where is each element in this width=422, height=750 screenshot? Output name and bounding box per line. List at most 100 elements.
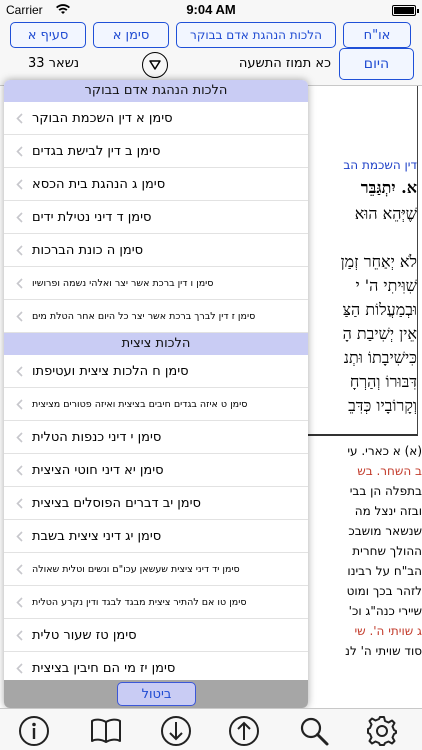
chevron-left-icon <box>16 663 23 674</box>
text-line: א. יִתְגַּבֵּר <box>360 178 417 197</box>
chapter-label: סימן א דין השכמת הבוקר <box>32 110 173 126</box>
chapter-list-item[interactable]: סימן א דין השכמת הבוקר <box>4 102 308 135</box>
chapter-label: סימן ה כונת הברכות <box>32 242 144 258</box>
triangle-down-icon <box>149 60 161 70</box>
battery-icon <box>392 5 419 16</box>
chapter-list-item[interactable]: סימן ז דין לברך ברכת אשר יצר כל היום אחר… <box>4 300 308 333</box>
today-button[interactable]: היום <box>339 48 414 80</box>
seif-button[interactable]: סעיף א <box>10 22 86 48</box>
text-line: אֵין יְשִׁיבַת הָ <box>342 324 417 343</box>
chapter-list-item[interactable]: סימן ח הלכות ציצית ועטיפתו <box>4 355 308 388</box>
commentary-line: שיירי כנה"ג וכ' <box>348 604 422 618</box>
search-button[interactable] <box>297 714 331 748</box>
search-icon <box>300 717 329 746</box>
commentary-line: (א) א כארי. עי <box>347 444 422 458</box>
chapter-label: סימן ג הנהגת בית הכסא <box>32 176 166 192</box>
chapter-label: סימן ב דין לבישת בגדים <box>32 143 161 159</box>
book-icon <box>91 718 121 743</box>
arrow-up-icon <box>229 716 259 746</box>
chevron-left-icon <box>16 212 23 223</box>
chapter-list-item[interactable]: סימן ט איזה בגדים חיבים בציצית ואיזה פטו… <box>4 388 308 421</box>
chapter-list-popover: הלכות הנהגת אדם בבוקר סימן א דין השכמת הב… <box>4 80 308 708</box>
chapter-label: סימן טז שעור טלית <box>32 627 137 643</box>
chevron-left-icon <box>16 179 23 190</box>
commentary-line: ג שויתי ה'. שי <box>354 624 422 638</box>
chapter-label: סימן י דיני כנפות הטלית <box>32 429 162 445</box>
commentary-line: ב השחר. בש <box>357 464 422 478</box>
text-line: וְקָרוֹבָיו כְּדִּבֵ <box>348 396 417 415</box>
gear-icon <box>367 716 397 746</box>
chapter-list-item[interactable]: סימן ג הנהגת בית הכסא <box>4 168 308 201</box>
chevron-left-icon <box>16 366 23 377</box>
info-button[interactable] <box>17 714 51 748</box>
chapter-label: סימן טו אם להתיר ציצית מבגד לבגד ודין נק… <box>32 596 247 608</box>
chapter-list-item[interactable]: סימן יג דיני ציצית בשבת <box>4 520 308 553</box>
chapter-list-item[interactable]: סימן ד דיני נטילת ידים <box>4 201 308 234</box>
bottom-toolbar <box>0 708 422 750</box>
chapter-list-item[interactable]: סימן טו אם להתיר ציצית מבגד לבגד ודין נק… <box>4 586 308 619</box>
text-line: שֶׁיְּהֵא הוּא <box>354 204 417 223</box>
commentary-line: הב"ח על רבינו <box>347 564 422 578</box>
chapter-list-item[interactable]: סימן יב דברים הפוסלים בציצית <box>4 487 308 520</box>
chevron-left-icon <box>16 465 23 476</box>
chapter-label: סימן ח הלכות ציצית ועטיפתו <box>32 363 189 379</box>
info-icon <box>19 716 49 746</box>
text-line: שִׁוִּיתִי ה' י <box>355 276 417 295</box>
chevron-left-icon <box>16 399 23 410</box>
next-button[interactable] <box>159 714 193 748</box>
clock: 9:04 AM <box>186 2 236 17</box>
hebrew-date: כא תמוז התשעה <box>238 56 331 71</box>
book-button[interactable] <box>89 714 123 748</box>
chevron-left-icon <box>16 498 23 509</box>
text-line: וּבְמַעֲלוֹת הַצַּ <box>342 300 417 319</box>
chevron-left-icon <box>16 564 23 575</box>
orach-chaim-button[interactable]: או"ח <box>343 22 411 48</box>
text-frame: דין השכמת הב א. יִתְגַּבֵּר שֶׁיְּהֵא הו… <box>305 86 418 436</box>
top-navigation: סעיף א סימן א הלכות הנהגת אדם בבוקר או"ח… <box>0 20 422 86</box>
commentary-line: לזהר בכך ומוט <box>346 584 422 598</box>
chapter-label: סימן ו דין ברכת אשר יצר ואלהי נשמה ופרוש… <box>32 277 214 289</box>
chevron-left-icon <box>16 245 23 256</box>
chapter-label: סימן יז מי הם חיבין בציצית <box>32 660 176 676</box>
chapter-list[interactable]: הלכות הנהגת אדם בבוקר סימן א דין השכמת הב… <box>4 80 308 708</box>
chevron-left-icon <box>16 146 23 157</box>
cancel-bar: ביטול <box>4 680 308 708</box>
text-line: כִּישִׁיבָתוֹ וּתְנ <box>343 348 417 367</box>
text-line: דִּבּוּרוֹ וְהַרְחָ <box>349 372 417 391</box>
chapter-list-item[interactable]: סימן טז שעור טלית <box>4 619 308 652</box>
chevron-left-icon <box>16 311 23 322</box>
dropdown-toggle-button[interactable] <box>142 52 168 78</box>
previous-button[interactable] <box>227 714 261 748</box>
siman-button[interactable]: סימן א <box>93 22 169 48</box>
chapter-list-item[interactable]: סימן ב דין לבישת בגדים <box>4 135 308 168</box>
hilchot-button[interactable]: הלכות הנהגת אדם בבוקר <box>176 22 336 48</box>
text-line: לֹא יְאַחֵר זְמַן <box>340 252 417 271</box>
chapter-label: סימן יד דיני ציצית שעשאן עכו"ם ונשים וטל… <box>32 563 240 575</box>
chevron-left-icon <box>16 597 23 608</box>
status-bar: Carrier 9:04 AM <box>0 0 422 20</box>
chevron-left-icon <box>16 531 23 542</box>
commentary-line: ובזה ינצל מה <box>354 504 422 518</box>
arrow-down-icon <box>161 716 191 746</box>
chevron-left-icon <box>16 113 23 124</box>
commentary-line: בתפלה הן בבי <box>349 484 422 498</box>
section-header: הלכות ציצית <box>4 333 308 355</box>
chapter-label: סימן יא דיני חוטי הציצית <box>32 462 164 478</box>
chapter-list-item[interactable]: סימן י דיני כנפות הטלית <box>4 421 308 454</box>
text-subtitle: דין השכמת הב <box>343 158 417 172</box>
chapter-label: סימן יב דברים הפוסלים בציצית <box>32 495 201 511</box>
chapter-label: סימן יג דיני ציצית בשבת <box>32 528 162 544</box>
text-pane[interactable]: דין השכמת הב א. יִתְגַּבֵּר שֶׁיְּהֵא הו… <box>300 86 422 708</box>
chevron-left-icon <box>16 278 23 289</box>
chapter-list-item[interactable]: סימן יד דיני ציצית שעשאן עכו"ם ונשים וטל… <box>4 553 308 586</box>
chapter-label: סימן ד דיני נטילת ידים <box>32 209 152 225</box>
chapter-list-item[interactable]: סימן ו דין ברכת אשר יצר ואלהי נשמה ופרוש… <box>4 267 308 300</box>
chevron-left-icon <box>16 630 23 641</box>
commentary-line: שנשאר מושבכ <box>348 524 422 538</box>
cancel-button[interactable]: ביטול <box>117 682 196 706</box>
chapter-list-item[interactable]: סימן יא דיני חוטי הציצית <box>4 454 308 487</box>
commentary-line: סוד שויתי ה' לנ <box>345 644 422 658</box>
remaining-count: נשאר 33 <box>28 56 80 71</box>
chapter-list-item[interactable]: סימן ה כונת הברכות <box>4 234 308 267</box>
settings-button[interactable] <box>365 714 399 748</box>
